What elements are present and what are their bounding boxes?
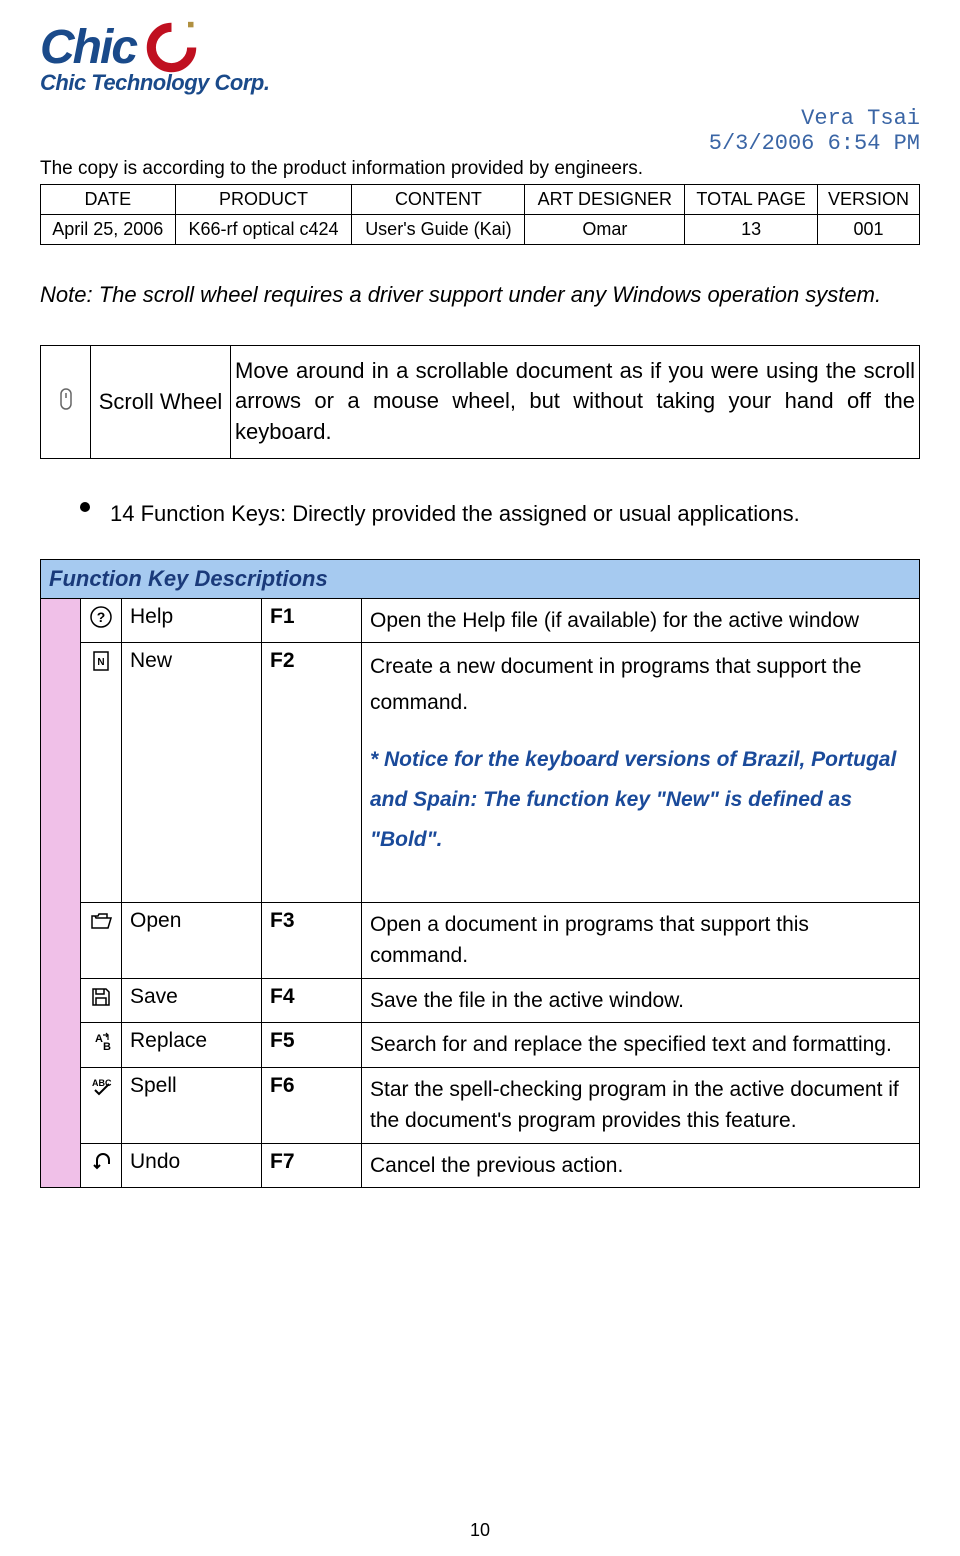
- spell-icon: ABC: [81, 1067, 122, 1143]
- company-logo: Chic Chic Technology Corp.: [40, 20, 920, 96]
- info-header: TOTAL PAGE: [685, 185, 818, 215]
- func-notice: * Notice for the keyboard versions of Br…: [370, 740, 911, 860]
- scroll-table: Scroll Wheel Move around in a scrollable…: [40, 345, 920, 459]
- func-name: Undo: [122, 1143, 262, 1188]
- author-name: Vera Tsai: [40, 106, 920, 131]
- func-name: Help: [122, 598, 262, 643]
- open-icon: [81, 902, 122, 978]
- svg-text:ABC: ABC: [92, 1078, 112, 1088]
- func-desc: Open the Help file (if available) for th…: [362, 598, 920, 643]
- info-cell: Omar: [525, 215, 685, 245]
- info-cell: K66-rf optical c424: [175, 215, 352, 245]
- copy-note: The copy is according to the product inf…: [40, 158, 920, 180]
- func-key: F7: [262, 1143, 362, 1188]
- pink-sidebar: [41, 598, 81, 1188]
- info-header: ART DESIGNER: [525, 185, 685, 215]
- func-key: F5: [262, 1023, 362, 1068]
- svg-text:?: ?: [97, 609, 106, 625]
- info-header: PRODUCT: [175, 185, 352, 215]
- func-desc: Search for and replace the specified tex…: [362, 1023, 920, 1068]
- func-desc: Cancel the previous action.: [362, 1143, 920, 1188]
- help-icon: ?: [81, 598, 122, 643]
- document-datetime: 5/3/2006 6:54 PM: [40, 131, 920, 156]
- func-name: New: [122, 643, 262, 903]
- func-name: Save: [122, 978, 262, 1023]
- svg-text:A: A: [95, 1033, 103, 1045]
- info-cell: April 25, 2006: [41, 215, 176, 245]
- func-key: F4: [262, 978, 362, 1023]
- info-cell: User's Guide (Kai): [352, 215, 525, 245]
- func-key: F1: [262, 598, 362, 643]
- svg-text:B: B: [103, 1041, 111, 1053]
- info-header: VERSION: [817, 185, 919, 215]
- logo-mark-icon: [144, 20, 199, 75]
- func-desc: Star the spell-checking program in the a…: [362, 1067, 920, 1143]
- page-number: 10: [0, 1520, 960, 1541]
- func-key: F3: [262, 902, 362, 978]
- func-key: F6: [262, 1067, 362, 1143]
- undo-icon: [81, 1143, 122, 1188]
- scroll-wheel-icon: [41, 345, 91, 458]
- func-name: Replace: [122, 1023, 262, 1068]
- bullet-icon: [80, 502, 90, 512]
- brand-name: Chic: [40, 20, 136, 75]
- svg-text:N: N: [97, 657, 104, 668]
- bullet-text: 14 Function Keys: Directly provided the …: [110, 494, 920, 534]
- info-cell: 13: [685, 215, 818, 245]
- func-desc: Save the file in the active window.: [362, 978, 920, 1023]
- info-cell: 001: [817, 215, 919, 245]
- new-icon: N: [81, 643, 122, 903]
- func-desc: Create a new document in programs that s…: [362, 643, 920, 903]
- info-header: DATE: [41, 185, 176, 215]
- info-header: CONTENT: [352, 185, 525, 215]
- func-desc: Open a document in programs that support…: [362, 902, 920, 978]
- scroll-name: Scroll Wheel: [91, 345, 231, 458]
- replace-icon: AB: [81, 1023, 122, 1068]
- document-meta: Vera Tsai 5/3/2006 6:54 PM: [40, 106, 920, 156]
- save-icon: [81, 978, 122, 1023]
- scroll-note: Note: The scroll wheel requires a driver…: [40, 275, 920, 315]
- func-table-header: Function Key Descriptions: [41, 559, 920, 598]
- info-table: DATE PRODUCT CONTENT ART DESIGNER TOTAL …: [40, 184, 920, 245]
- scroll-desc: Move around in a scrollable document as …: [231, 345, 920, 458]
- function-key-table: Function Key Descriptions ? Help F1 Open…: [40, 559, 920, 1189]
- func-key: F2: [262, 643, 362, 903]
- func-name: Open: [122, 902, 262, 978]
- func-name: Spell: [122, 1067, 262, 1143]
